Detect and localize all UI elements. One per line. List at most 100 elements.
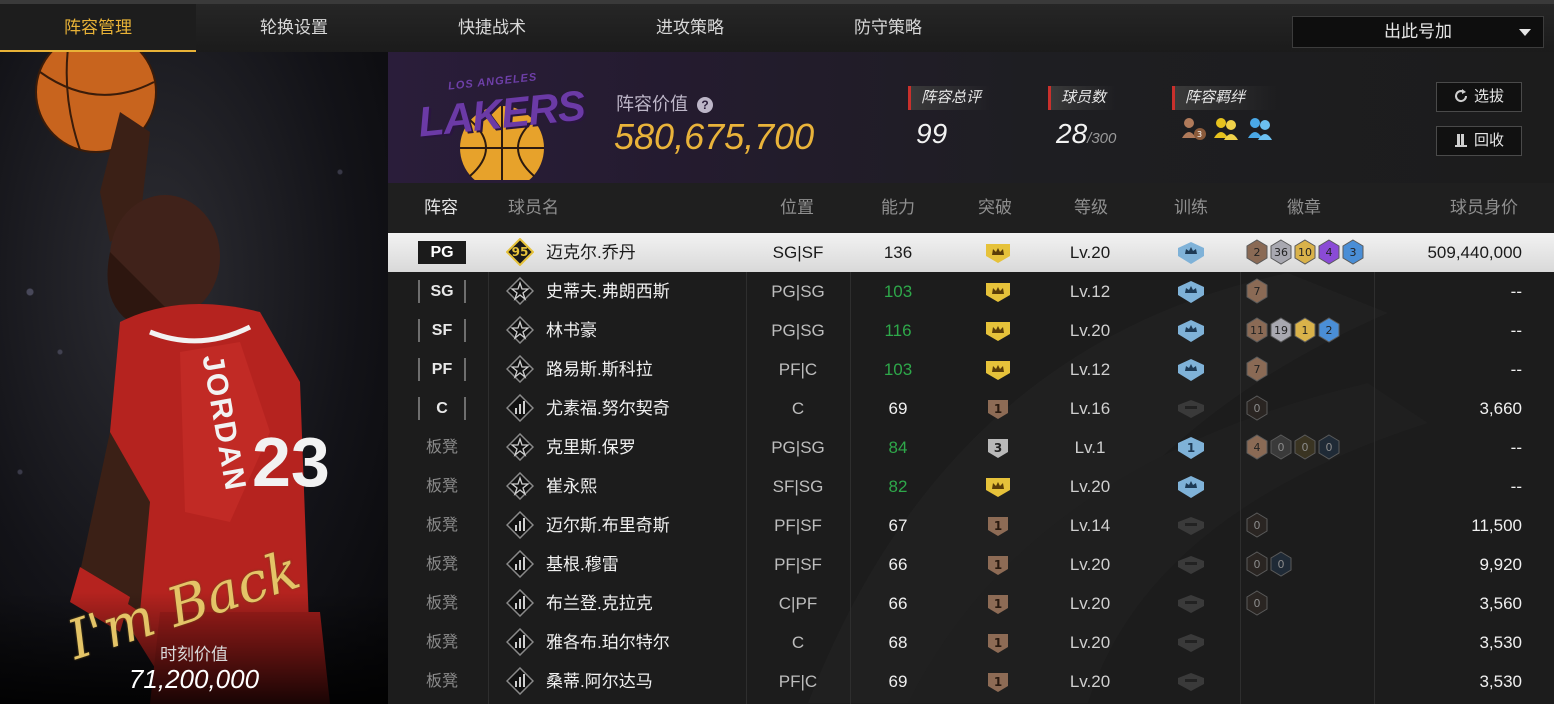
training-icon[interactable] — [1176, 319, 1206, 348]
badge-hex-icon[interactable]: 0 — [1246, 551, 1268, 582]
player-name[interactable]: 路易斯.斯科拉 — [546, 350, 653, 389]
lineup-slot[interactable]: PG — [418, 241, 466, 264]
tab-quick-tactics[interactable]: 快捷战术 — [394, 4, 590, 52]
badge-hex-icon[interactable]: 0 — [1270, 434, 1292, 465]
lineup-slot[interactable]: 板凳 — [418, 436, 466, 459]
badge-hex-icon[interactable]: 11 — [1246, 317, 1268, 348]
col-lineup[interactable]: 阵容 — [424, 183, 458, 233]
lineup-slot[interactable]: PF — [418, 358, 466, 381]
col-player-name[interactable]: 球员名 — [508, 183, 559, 233]
breakthrough-icon[interactable]: 1 — [984, 632, 1012, 659]
player-name[interactable]: 迈尔斯.布里奇斯 — [546, 506, 670, 545]
badge-hex-icon[interactable]: 0 — [1246, 512, 1268, 543]
training-icon[interactable] — [1176, 358, 1206, 387]
breakthrough-icon[interactable] — [984, 476, 1012, 503]
breakthrough-icon[interactable] — [984, 281, 1012, 308]
table-row[interactable]: 板凳 崔永熙 SF|SG 82 Lv.20 -- — [388, 467, 1554, 506]
lineup-slot[interactable]: 板凳 — [418, 475, 466, 498]
badge-list[interactable]: 0 — [1246, 590, 1268, 621]
training-icon[interactable] — [1176, 241, 1206, 270]
badge-hex-icon[interactable]: 7 — [1246, 356, 1268, 387]
lineup-slot[interactable]: 板凳 — [418, 631, 466, 654]
breakthrough-icon[interactable] — [984, 359, 1012, 386]
col-training[interactable]: 训练 — [1174, 183, 1208, 233]
badge-list[interactable]: 00 — [1246, 551, 1292, 582]
player-name[interactable]: 尤素福.努尔契奇 — [546, 389, 670, 428]
breakthrough-icon[interactable]: 1 — [984, 515, 1012, 542]
help-icon[interactable]: ? — [697, 97, 714, 113]
lineup-slot[interactable]: C — [418, 397, 466, 420]
breakthrough-icon[interactable]: 1 — [984, 554, 1012, 581]
player-name[interactable]: 雅各布.珀尔特尔 — [546, 623, 670, 662]
training-icon[interactable] — [1176, 280, 1206, 309]
col-ability[interactable]: 能力 — [881, 183, 915, 233]
bond-bronze-icon[interactable]: 3 — [1180, 116, 1208, 147]
lineup-slot[interactable]: 板凳 — [418, 514, 466, 537]
breakthrough-icon[interactable] — [984, 242, 1012, 269]
table-row[interactable]: 板凳 迈尔斯.布里奇斯 PF|SF 67 1 Lv.14 0 11,500 — [388, 506, 1554, 545]
table-row[interactable]: PF 路易斯.斯科拉 PF|C 103 Lv.12 7 -- — [388, 350, 1554, 389]
badge-list[interactable]: 11 19 1 2 — [1246, 317, 1340, 348]
select-draft-button[interactable]: 选拔 — [1436, 82, 1522, 112]
col-player-price[interactable]: 球员身价 — [1450, 183, 1518, 233]
breakthrough-icon[interactable]: 3 — [984, 437, 1012, 464]
table-row[interactable]: 板凳 雅各布.珀尔特尔 C 68 1 Lv.20 3,530 — [388, 623, 1554, 662]
player-name[interactable]: 史蒂夫.弗朗西斯 — [546, 272, 670, 311]
table-row[interactable]: 板凳 基根.穆雷 PF|SF 66 1 Lv.20 0 0 9,920 — [388, 545, 1554, 584]
breakthrough-icon[interactable]: 1 — [984, 398, 1012, 425]
badge-hex-icon[interactable]: 4 — [1318, 239, 1340, 270]
badge-hex-icon[interactable]: 7 — [1246, 278, 1268, 309]
recycle-button[interactable]: 回收 — [1436, 126, 1522, 156]
lineup-slot[interactable]: SG — [418, 280, 466, 303]
badge-list[interactable]: 7 — [1246, 356, 1268, 387]
badge-hex-icon[interactable]: 4 — [1246, 434, 1268, 465]
training-icon[interactable] — [1176, 475, 1206, 504]
lineup-slot[interactable]: 板凳 — [418, 592, 466, 615]
table-row[interactable]: 板凳 桑蒂.阿尔达马 PF|C 69 1 Lv.20 3,530 — [388, 662, 1554, 701]
training-icon[interactable] — [1176, 592, 1206, 621]
badge-hex-icon[interactable]: 2 — [1246, 239, 1268, 270]
badge-hex-icon[interactable]: 0 — [1294, 434, 1316, 465]
col-breakthrough[interactable]: 突破 — [978, 183, 1012, 233]
featured-player-card[interactable]: JORDAN 23 I'm Back 时刻价值 71,200,000 — [0, 52, 388, 704]
table-row[interactable]: C 尤素福.努尔契奇 C 69 1 Lv.16 0 3,660 — [388, 389, 1554, 428]
player-name[interactable]: 桑蒂.阿尔达马 — [546, 662, 653, 701]
tab-offense-strategy[interactable]: 进攻策略 — [592, 4, 788, 52]
badge-hex-icon[interactable]: 0 — [1246, 395, 1268, 426]
badge-list[interactable]: 0 — [1246, 395, 1268, 426]
badge-hex-icon[interactable]: 36 — [1270, 239, 1292, 270]
col-position[interactable]: 位置 — [780, 183, 814, 233]
player-name[interactable]: 林书豪 — [546, 311, 597, 350]
badge-list[interactable]: 7 — [1246, 278, 1268, 309]
table-row[interactable]: 板凳 布兰登.克拉克 C|PF 66 1 Lv.20 0 3,560 — [388, 584, 1554, 623]
badge-hex-icon[interactable]: 0 — [1318, 434, 1340, 465]
training-icon[interactable] — [1176, 514, 1206, 543]
training-icon[interactable]: 1 — [1176, 436, 1206, 465]
training-icon[interactable] — [1176, 670, 1206, 699]
badge-hex-icon[interactable]: 0 — [1270, 551, 1292, 582]
col-badges[interactable]: 徽章 — [1287, 183, 1321, 233]
col-level[interactable]: 等级 — [1074, 183, 1108, 233]
badge-hex-icon[interactable]: 10 — [1294, 239, 1316, 270]
bond-blue-icon[interactable] — [1246, 116, 1276, 147]
table-row[interactable]: PG 95 迈克尔.乔丹 SG|SF 136 Lv.20 2 36 10 4 3 509,440,00… — [388, 233, 1554, 272]
table-row[interactable]: SG 史蒂夫.弗朗西斯 PG|SG 103 Lv.12 7 -- — [388, 272, 1554, 311]
player-name[interactable]: 布兰登.克拉克 — [546, 584, 653, 623]
player-name[interactable]: 基根.穆雷 — [546, 545, 619, 584]
badge-hex-icon[interactable]: 1 — [1294, 317, 1316, 348]
badge-hex-icon[interactable]: 0 — [1246, 590, 1268, 621]
tab-rotation-settings[interactable]: 轮换设置 — [196, 4, 392, 52]
player-name[interactable]: 迈克尔.乔丹 — [546, 233, 636, 272]
lineup-slot[interactable]: 板凳 — [418, 553, 466, 576]
breakthrough-icon[interactable] — [984, 320, 1012, 347]
tab-defense-strategy[interactable]: 防守策略 — [790, 4, 986, 52]
lineup-slot[interactable]: 板凳 — [418, 670, 466, 693]
badge-list[interactable]: 2 36 10 4 3 — [1246, 239, 1364, 270]
badge-hex-icon[interactable]: 3 — [1342, 239, 1364, 270]
lineup-select-dropdown[interactable]: 出此号加 — [1292, 16, 1544, 48]
badge-list[interactable]: 0 — [1246, 512, 1268, 543]
breakthrough-icon[interactable]: 1 — [984, 593, 1012, 620]
badge-hex-icon[interactable]: 19 — [1270, 317, 1292, 348]
player-name[interactable]: 崔永熙 — [546, 467, 597, 506]
bond-gold-icon[interactable] — [1212, 116, 1242, 147]
